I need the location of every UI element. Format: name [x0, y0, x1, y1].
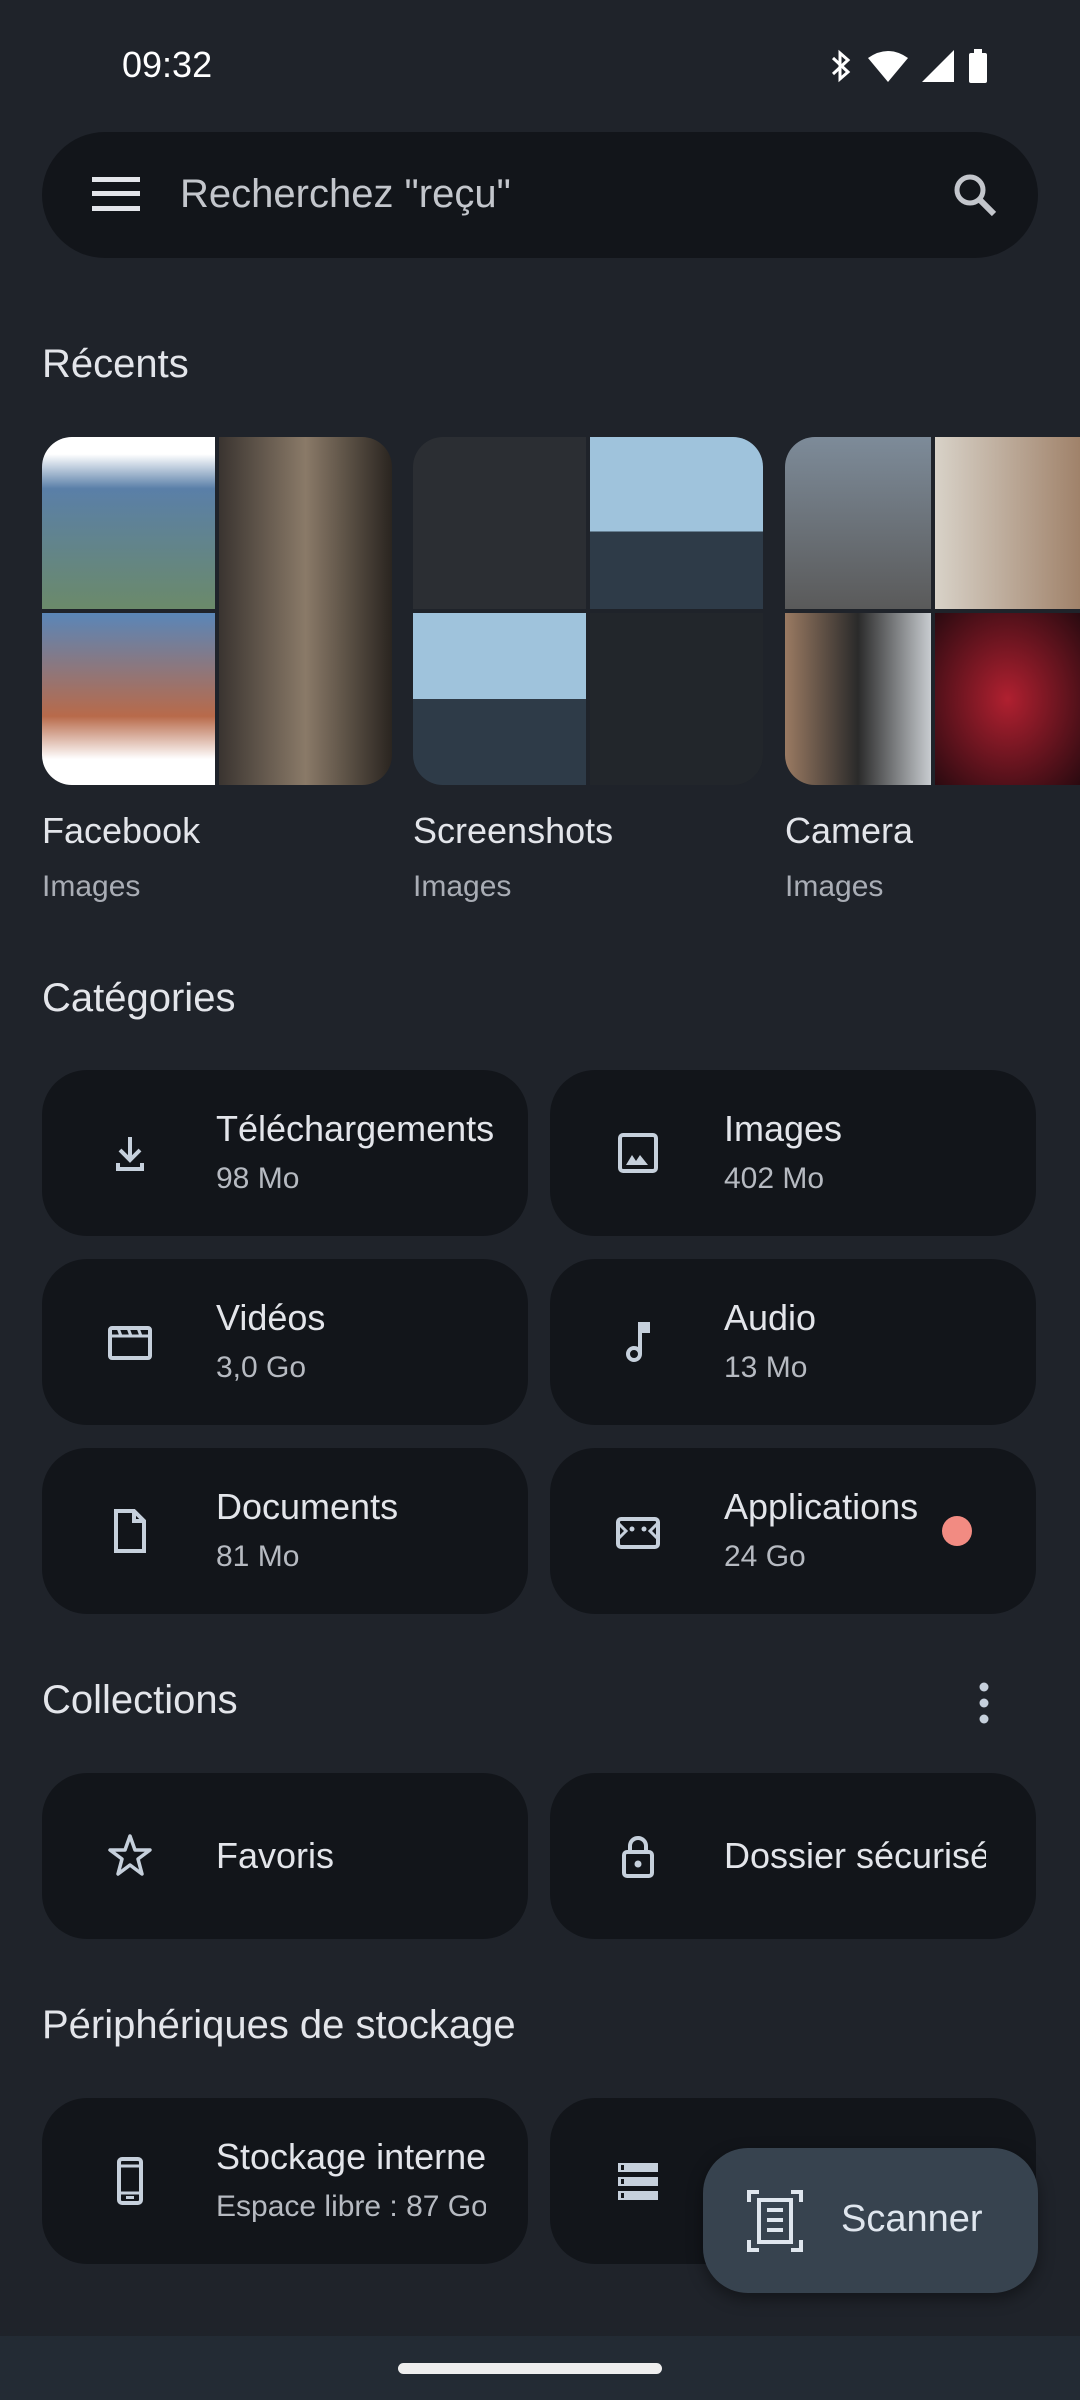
collection-secure-folder[interactable]: Dossier sécurisé — [550, 1773, 1036, 1939]
thumbnail — [934, 437, 1080, 609]
category-size: 81 Mo — [216, 1540, 300, 1573]
menu-icon[interactable] — [92, 177, 140, 211]
category-audio[interactable]: Audio 13 Mo — [550, 1259, 1036, 1425]
category-title: Audio — [724, 1297, 817, 1338]
storage-subtitle: Espace libre : 87 Go — [216, 2190, 486, 2223]
status-icons — [828, 48, 988, 84]
category-title: Vidéos — [216, 1297, 326, 1338]
video-icon — [108, 1326, 152, 1360]
recent-subtitle: Images — [42, 870, 141, 903]
category-videos[interactable]: Vidéos 3,0 Go — [42, 1259, 528, 1425]
category-title: Documents — [216, 1486, 399, 1527]
notification-badge — [942, 1516, 972, 1546]
thumbnail — [785, 613, 931, 785]
download-icon — [116, 1137, 144, 1171]
thumbnail — [785, 437, 931, 609]
collection-favorites[interactable]: Favoris — [42, 1773, 528, 1939]
category-size: 98 Mo — [216, 1162, 300, 1195]
phone-icon — [117, 2157, 143, 2205]
signal-icon — [922, 50, 954, 82]
storage-title: Stockage interne — [216, 2136, 486, 2177]
thumbnail — [42, 613, 215, 785]
collection-title: Favoris — [216, 1835, 335, 1876]
status-time: 09:32 — [122, 44, 213, 85]
search-bar[interactable]: Recherchez "reçu" — [42, 132, 1038, 258]
thumbnail — [934, 613, 1080, 785]
scanner-label: Scanner — [841, 2198, 983, 2240]
category-downloads[interactable]: Téléchargements 98 Mo — [42, 1070, 528, 1236]
thumbnail — [42, 437, 215, 609]
recent-title: Screenshots — [413, 810, 614, 851]
thumbnail — [219, 437, 392, 785]
recents-heading: Récents — [42, 342, 189, 386]
thumbnail — [590, 613, 763, 785]
thumbnail — [413, 613, 586, 785]
storage-internal[interactable]: Stockage interne Espace libre : 87 Go — [42, 2098, 528, 2264]
battery-icon — [969, 49, 987, 83]
more-vert-icon[interactable] — [970, 1678, 998, 1728]
search-icon[interactable] — [950, 170, 1000, 220]
wifi-icon — [868, 51, 908, 82]
category-size: 13 Mo — [724, 1351, 808, 1384]
document-scanner-icon — [747, 2190, 803, 2252]
document-icon — [114, 1509, 146, 1553]
category-documents[interactable]: Documents 81 Mo — [42, 1448, 528, 1614]
category-size: 3,0 Go — [216, 1351, 307, 1384]
gesture-handle[interactable] — [398, 2363, 662, 2374]
category-images[interactable]: Images 402 Mo — [550, 1070, 1036, 1236]
recent-facebook[interactable] — [42, 437, 392, 785]
recent-screenshots[interactable] — [413, 437, 763, 785]
collections-heading: Collections — [42, 1678, 238, 1722]
image-icon — [618, 1133, 658, 1173]
storage-icon — [618, 2163, 658, 2200]
recent-subtitle: Images — [785, 870, 884, 903]
music-note-icon — [626, 1322, 650, 1362]
lock-icon — [622, 1836, 654, 1878]
bluetooth-icon — [831, 49, 851, 83]
thumbnail — [413, 437, 586, 609]
star-icon — [108, 1834, 152, 1876]
storage-heading: Périphériques de stockage — [42, 2003, 516, 2047]
category-title: Téléchargements — [216, 1108, 495, 1149]
scanner-fab[interactable]: Scanner — [703, 2148, 1038, 2293]
categories-heading: Catégories — [42, 976, 236, 1020]
category-size: 402 Mo — [724, 1162, 825, 1195]
recent-camera[interactable] — [785, 437, 1080, 785]
collection-title: Dossier sécurisé — [724, 1835, 986, 1876]
recent-subtitle: Images — [413, 870, 512, 903]
category-title: Images — [724, 1108, 843, 1149]
search-input[interactable]: Recherchez "reçu" — [180, 172, 511, 217]
android-icon — [616, 1517, 660, 1549]
recent-title: Camera — [785, 810, 914, 851]
category-applications[interactable]: Applications 24 Go — [550, 1448, 1036, 1614]
thumbnail — [590, 437, 763, 609]
recent-title: Facebook — [42, 810, 201, 851]
